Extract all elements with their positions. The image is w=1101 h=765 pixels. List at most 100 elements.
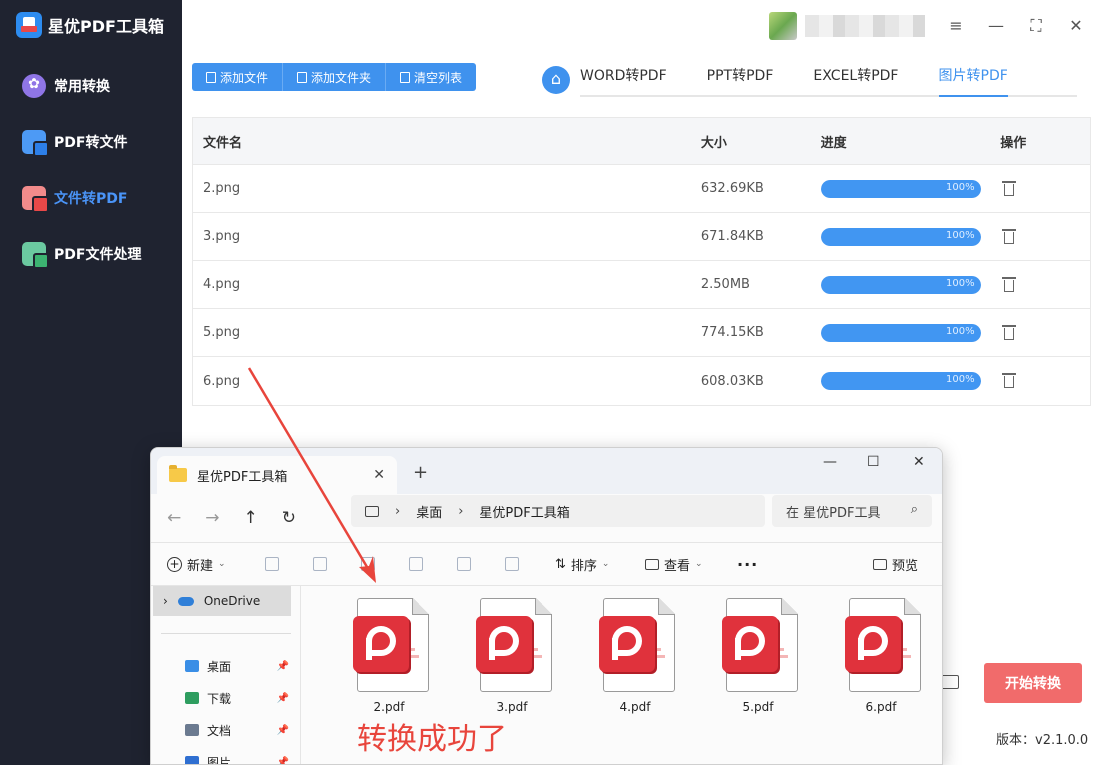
start-convert-button[interactable]: 开始转换 <box>984 663 1082 703</box>
search-placeholder: 在 星优PDF工具 <box>786 505 881 521</box>
maximize-icon[interactable]: ⛶ <box>1027 17 1045 35</box>
pdf-file-item[interactable]: 4.pdf <box>585 596 685 726</box>
sort-button[interactable]: ⇅ 排序 ⌄ <box>555 555 609 574</box>
avatar[interactable] <box>769 12 797 40</box>
clear-list-button[interactable]: 清空列表 <box>386 63 476 91</box>
preview-pane-icon <box>873 558 887 570</box>
pdf-file-item[interactable]: 2.pdf <box>339 596 439 726</box>
tab-excel-to-pdf[interactable]: EXCEL转PDF <box>813 63 898 97</box>
chevron-right-icon: › <box>395 503 401 519</box>
sidebar-nav: 常用转换 PDF转文件 文件转PDF PDF文件处理 <box>0 58 182 282</box>
table-row[interactable]: 2.png 632.69KB 100% <box>193 165 1090 213</box>
nav-quick-access-item[interactable]: 桌面 📌 <box>185 652 289 680</box>
header-filename: 文件名 <box>203 135 243 151</box>
onedrive-label: OneDrive <box>203 594 261 608</box>
file-name: 6.png <box>203 373 241 389</box>
file-name: 3.png <box>203 229 241 244</box>
pdf-file-name: 2.pdf <box>373 700 405 714</box>
preview-button[interactable]: 预览 <box>873 555 918 574</box>
folder-icon <box>169 465 187 482</box>
refresh-icon[interactable]: ↻ <box>282 508 296 528</box>
delete-row-icon[interactable] <box>1002 180 1017 197</box>
delete-icon[interactable] <box>505 557 519 571</box>
progress-cell: 100% <box>820 227 1001 246</box>
progress-bar: 100% <box>820 323 981 342</box>
pdf-file-item[interactable]: 5.pdf <box>708 596 808 726</box>
breadcrumb-desktop[interactable]: 桌面 <box>416 502 442 521</box>
folder-icon <box>185 756 199 764</box>
forward-icon[interactable]: → <box>205 508 219 528</box>
copy-icon[interactable] <box>313 557 327 571</box>
progress-label: 100% <box>946 374 975 385</box>
table-header: 文件名 大小 进度 操作 <box>193 118 1090 165</box>
minimize-icon[interactable]: — <box>987 17 1005 35</box>
pdf-icon <box>476 616 532 672</box>
action-cell <box>1000 180 1090 197</box>
view-button[interactable]: 查看 ⌄ <box>645 555 703 574</box>
more-icon[interactable]: ··· <box>737 555 758 574</box>
delete-row-icon[interactable] <box>1002 276 1017 293</box>
add-file-button[interactable]: 添加文件 <box>192 63 284 91</box>
home-icon[interactable] <box>542 66 570 94</box>
pdf-file-item[interactable]: 6.pdf <box>831 596 931 726</box>
delete-row-icon[interactable] <box>1002 373 1017 389</box>
table-row[interactable]: 5.png 774.15KB 100% <box>193 309 1090 357</box>
nav-quick-access-item[interactable]: 下载 📌 <box>185 684 289 712</box>
file-size: 632.69KB <box>700 181 764 196</box>
pin-icon: 📌 <box>276 692 289 704</box>
tab-image-to-pdf[interactable]: 图片转PDF <box>938 63 1008 97</box>
table-row[interactable]: 4.png 2.50MB 100% <box>193 261 1090 309</box>
table-row[interactable]: 6.png 608.03KB 100% <box>193 357 1090 405</box>
file-size: 774.15KB <box>700 325 764 340</box>
sidebar-item-pdf-to-file[interactable]: PDF转文件 <box>0 114 182 170</box>
cut-icon[interactable] <box>265 557 279 571</box>
settings-icon[interactable]: ≡ <box>947 17 965 35</box>
action-cell <box>1000 276 1090 293</box>
progress-bar: 100% <box>820 179 981 198</box>
plus-icon: + <box>167 556 182 572</box>
explorer-search-input[interactable]: 在 星优PDF工具 ⌕ <box>772 495 932 527</box>
sidebar-item-common-convert[interactable]: 常用转换 <box>0 58 182 114</box>
sidebar-item-pdf-process[interactable]: PDF文件处理 <box>0 226 182 282</box>
nav-quick-access-item[interactable]: 图片 📌 <box>185 748 289 764</box>
preview-label: 预览 <box>892 558 919 574</box>
close-tab-icon[interactable]: ✕ <box>373 467 385 483</box>
pdf-file-item[interactable]: 3.pdf <box>462 596 562 726</box>
explorer-close-icon[interactable]: ✕ <box>913 454 925 470</box>
nav-onedrive[interactable]: › OneDrive <box>153 586 291 616</box>
progress-cell: 100% <box>820 179 1001 198</box>
tab-ppt-to-pdf[interactable]: PPT转PDF <box>707 63 774 97</box>
breadcrumb-folder[interactable]: 星优PDF工具箱 <box>479 502 569 521</box>
tab-word-to-pdf[interactable]: WORD转PDF <box>580 63 667 97</box>
explorer-tab[interactable]: 星优PDF工具箱 ✕ <box>157 456 397 494</box>
breadcrumb[interactable]: › 桌面 › 星优PDF工具箱 <box>351 495 765 527</box>
nav-quick-access-item[interactable]: 文档 📌 <box>185 716 289 744</box>
share-icon[interactable] <box>457 557 471 571</box>
pdf-file-name: 4.pdf <box>619 700 651 714</box>
paste-icon[interactable] <box>361 557 375 571</box>
open-folder-icon[interactable] <box>941 675 959 689</box>
table-row[interactable]: 3.png 671.84KB 100% <box>193 213 1090 261</box>
back-icon[interactable]: ← <box>167 508 181 528</box>
rename-icon[interactable] <box>409 557 423 571</box>
pdf-file-name: 6.pdf <box>865 700 897 714</box>
action-cell <box>1000 228 1090 245</box>
nav-item-label: 桌面 <box>207 659 232 674</box>
up-icon[interactable]: ↑ <box>244 508 258 528</box>
delete-row-icon[interactable] <box>1002 228 1017 245</box>
folder-icon <box>185 692 199 704</box>
progress-bar: 100% <box>820 372 981 390</box>
explorer-titlebar: 星优PDF工具箱 ✕ + — ☐ ✕ <box>151 448 942 494</box>
progress-bar: 100% <box>820 275 981 294</box>
new-tab-icon[interactable]: + <box>413 462 428 483</box>
convert-tabs: WORD转PDF PPT转PDF EXCEL转PDF 图片转PDF <box>580 63 1077 97</box>
header-action: 操作 <box>1000 135 1027 151</box>
new-button[interactable]: + 新建 ⌄ <box>167 555 226 574</box>
explorer-maximize-icon[interactable]: ☐ <box>867 454 880 470</box>
sidebar-item-file-to-pdf[interactable]: 文件转PDF <box>0 170 182 226</box>
explorer-minimize-icon[interactable]: — <box>823 454 837 470</box>
delete-row-icon[interactable] <box>1002 324 1017 341</box>
add-folder-button[interactable]: 添加文件夹 <box>283 63 387 91</box>
close-icon[interactable]: ✕ <box>1067 17 1085 35</box>
explorer-tab-title: 星优PDF工具箱 <box>197 469 288 485</box>
